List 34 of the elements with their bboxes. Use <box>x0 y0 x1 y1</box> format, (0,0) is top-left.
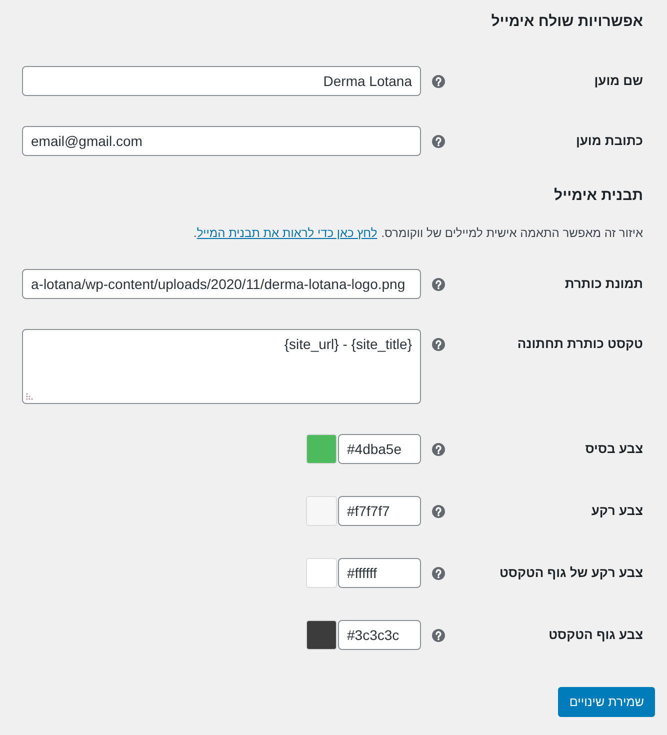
field-label: צבע רקע של גוף הטקסט <box>499 564 643 582</box>
field-label: שם מוען <box>594 72 643 90</box>
color-hex-field[interactable]: #4dba5e <box>338 434 421 464</box>
url-field[interactable]: a-lotana/wp-content/uploads/2020/11/derma-lotana-logo.png <box>22 269 421 299</box>
help-icon[interactable] <box>432 567 445 580</box>
help-icon[interactable] <box>432 75 445 88</box>
help-icon[interactable] <box>432 505 445 518</box>
field-label: כתובת מוען <box>576 132 643 150</box>
field-label: צבע גוף הטקסט <box>548 626 643 644</box>
color-hex-field[interactable]: #f7f7f7 <box>338 496 421 526</box>
section-heading: תבנית אימייל <box>553 186 643 206</box>
swatch-icon[interactable] <box>306 496 337 526</box>
template-link[interactable]: לחץ כאן כדי לראות את תבנית המייל <box>196 226 378 240</box>
textarea-field[interactable]: {site_url} - {site_title} <box>22 329 421 404</box>
resize-grip-icon[interactable] <box>26 393 33 400</box>
swatch-icon[interactable] <box>306 558 337 588</box>
section-description: איזור זה מאפשר התאמה אישית למיילים של ווקומרס. לחץ כאן כדי לראות את תבנית המייל. <box>192 225 643 242</box>
color-hex-field[interactable]: #3c3c3c <box>338 620 421 650</box>
help-icon[interactable] <box>432 135 445 148</box>
swatch-icon[interactable] <box>306 434 337 464</box>
email-field[interactable]: email@gmail.com <box>22 126 421 156</box>
help-icon[interactable] <box>432 629 445 642</box>
section-heading: אפשרויות שולח אימייל <box>490 12 643 32</box>
field-label: צבע בסיס <box>585 440 643 458</box>
field-label: טקסט כותרת תחתונה <box>517 335 643 353</box>
field-label: צבע רקע <box>591 502 643 520</box>
save-button[interactable]: שמירת שינויים <box>558 687 655 717</box>
help-icon[interactable] <box>432 443 445 456</box>
swatch-icon[interactable] <box>306 620 337 650</box>
text-field[interactable]: Derma Lotana <box>22 66 421 96</box>
color-hex-field[interactable]: #ffffff <box>338 558 421 588</box>
field-label: תמונת כותרת <box>564 275 643 293</box>
help-icon[interactable] <box>432 278 445 291</box>
help-icon[interactable] <box>432 338 445 351</box>
